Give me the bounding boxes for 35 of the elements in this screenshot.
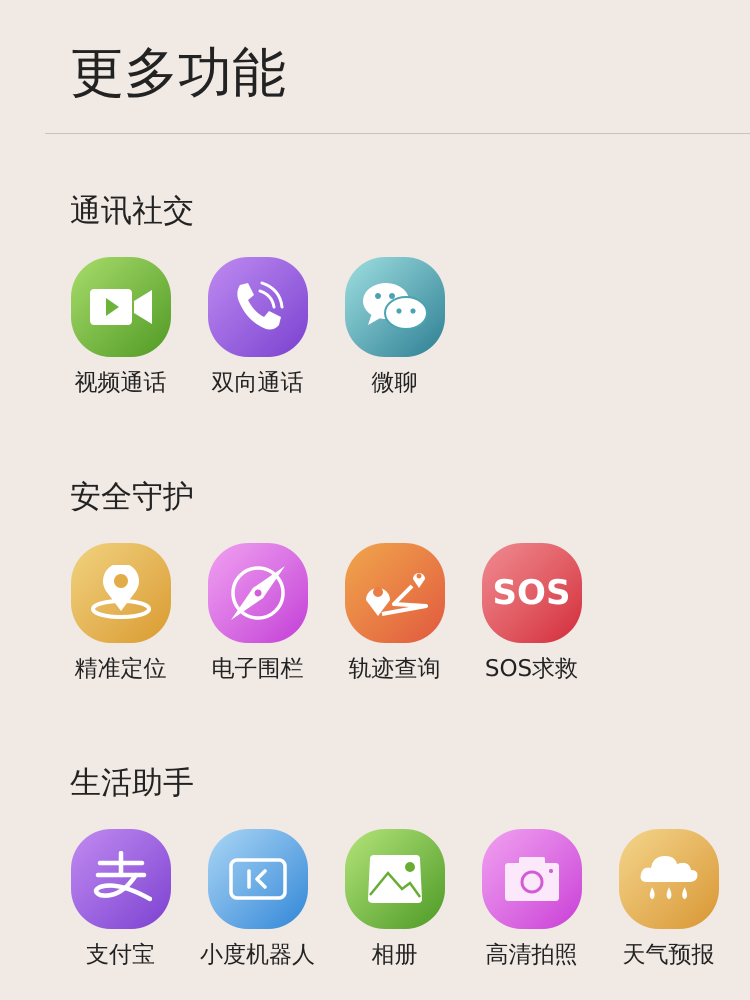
app-label: 轨迹查询 [348, 654, 440, 684]
app-tile[interactable] [618, 828, 718, 928]
section-heading: 生活助手 [70, 768, 195, 798]
app-tile[interactable] [344, 828, 444, 928]
app-label: 天气预报 [622, 940, 714, 970]
app-label: 双向通话 [212, 369, 304, 398]
chat-bubbles-icon [362, 281, 428, 333]
app-label: 微聊 [372, 369, 418, 398]
app-tile[interactable] [344, 542, 444, 643]
app-label: 支付宝 [86, 940, 155, 970]
screen-face-icon [228, 858, 286, 900]
section-heading: 通讯社交 [70, 196, 195, 227]
video-camera-icon [90, 287, 152, 327]
app-label: SOS求救 [484, 654, 578, 684]
image-icon [366, 852, 424, 904]
page-title: 更多功能 [70, 46, 287, 100]
app-label: 小度机器人 [200, 940, 315, 970]
section-heading: 安全守护 [70, 482, 195, 513]
app-label: 相册 [372, 940, 418, 970]
app-tile[interactable] [344, 257, 444, 357]
app-tile[interactable] [70, 257, 170, 357]
app-label: 电子围栏 [212, 654, 304, 684]
app-label: 高清拍照 [486, 940, 578, 970]
app-label: 精准定位 [74, 654, 166, 684]
app-tile[interactable] [482, 828, 582, 928]
app-tile[interactable] [208, 257, 308, 357]
app-tile[interactable] [208, 542, 308, 643]
app-label: 视频通话 [74, 369, 166, 398]
camera-icon [502, 854, 560, 902]
app-tile[interactable]: SOS [482, 542, 582, 643]
location-pin-icon [90, 564, 152, 621]
app-tile[interactable] [70, 828, 170, 928]
app-tile[interactable] [208, 828, 308, 928]
sos-label: SOS [492, 576, 570, 610]
app-tile[interactable] [70, 542, 170, 643]
